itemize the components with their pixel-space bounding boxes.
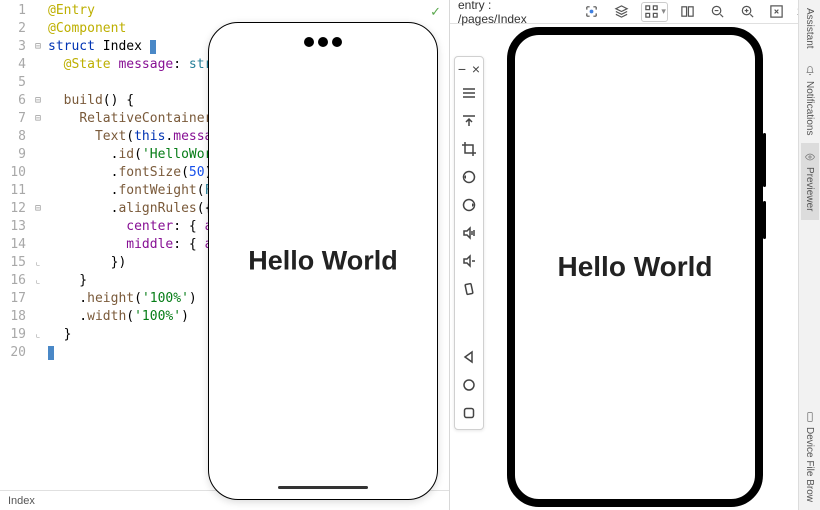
device-icon <box>804 411 816 423</box>
fold-toggle-icon: ⌞ <box>32 254 44 272</box>
tab-device-file-browser[interactable]: Device File Brow <box>801 403 819 510</box>
emulator-toolbar: − × <box>454 56 484 430</box>
line-number: 8 <box>2 128 26 146</box>
fold-toggle-icon <box>32 236 44 254</box>
emulator-left-text: Hello World <box>209 246 437 277</box>
fold-toggle-icon <box>32 344 44 362</box>
fold-toggle-icon: ⌞ <box>32 326 44 344</box>
fold-toggle-icon <box>32 74 44 92</box>
line-number: 16 <box>2 272 26 290</box>
line-number: 9 <box>2 146 26 164</box>
fold-column[interactable]: ⊟⊟⊟⊟⌞⌞⌞ <box>32 0 44 490</box>
preview-device-frame[interactable]: Hello World <box>507 27 763 507</box>
preview-panel: entry : /pages/Index ▾ 1:1 Hello World <box>450 0 820 510</box>
device-side-button-icon <box>763 133 766 187</box>
tab-assistant[interactable]: Assistant <box>801 0 818 57</box>
chevron-down-icon[interactable]: ▾ <box>661 6 666 17</box>
line-number: 6 <box>2 92 26 110</box>
line-number: 7 <box>2 110 26 128</box>
fold-toggle-icon <box>32 20 44 38</box>
bell-icon <box>804 65 816 77</box>
line-number: 3 <box>2 38 26 56</box>
fold-toggle-icon <box>32 56 44 74</box>
layers-icon[interactable] <box>612 2 632 22</box>
fold-toggle-icon[interactable]: ⊟ <box>32 110 44 128</box>
recents-icon[interactable] <box>457 401 481 425</box>
volume-up-icon[interactable] <box>457 221 481 245</box>
code-line[interactable]: @Entry <box>48 2 445 20</box>
emulator-device-left[interactable]: Hello World <box>208 22 438 500</box>
eye-icon <box>804 151 816 163</box>
home-indicator-icon <box>278 486 368 489</box>
line-number: 14 <box>2 236 26 254</box>
fold-toggle-icon <box>32 128 44 146</box>
camera-cutout-icon <box>304 37 342 47</box>
line-number: 13 <box>2 218 26 236</box>
fold-toggle-icon <box>32 308 44 326</box>
rotate-right-icon[interactable] <box>457 193 481 217</box>
preview-path-label: entry : /pages/Index <box>458 0 562 26</box>
menu-icon[interactable] <box>457 81 481 105</box>
preview-body: Hello World <box>450 24 820 510</box>
line-number: 17 <box>2 290 26 308</box>
caret-icon <box>150 40 156 54</box>
device-side-button-icon <box>763 201 766 239</box>
foldable-icon[interactable] <box>678 2 698 22</box>
line-number: 10 <box>2 164 26 182</box>
fold-toggle-icon <box>32 2 44 20</box>
grid-view-icon[interactable] <box>643 4 659 20</box>
line-number: 12 <box>2 200 26 218</box>
line-number: 18 <box>2 308 26 326</box>
rotate-left-icon[interactable] <box>457 165 481 189</box>
line-number: 5 <box>2 74 26 92</box>
breadcrumb-item[interactable]: Index <box>8 495 35 507</box>
crop-icon[interactable] <box>457 137 481 161</box>
fold-toggle-icon <box>32 218 44 236</box>
collapse-up-icon[interactable] <box>457 109 481 133</box>
preview-text: Hello World <box>515 251 755 283</box>
home-icon[interactable] <box>457 373 481 397</box>
line-number: 1 <box>2 2 26 20</box>
zoom-in-icon[interactable] <box>737 2 757 22</box>
shake-icon[interactable] <box>457 277 481 301</box>
fold-toggle-icon: ⌞ <box>32 272 44 290</box>
fold-toggle-icon <box>32 182 44 200</box>
fold-toggle-icon <box>32 290 44 308</box>
line-number: 2 <box>2 20 26 38</box>
minimize-button[interactable]: − <box>456 57 468 81</box>
preview-toolbar: entry : /pages/Index ▾ 1:1 <box>450 0 820 24</box>
fold-toggle-icon[interactable]: ⊟ <box>32 92 44 110</box>
line-number: 11 <box>2 182 26 200</box>
line-number: 20 <box>2 344 26 362</box>
line-number: 15 <box>2 254 26 272</box>
view-mode-group: ▾ <box>641 2 668 22</box>
caret-icon <box>48 346 54 360</box>
line-number: 19 <box>2 326 26 344</box>
line-gutter: 1234567891011121314151617181920 <box>0 0 32 490</box>
tab-previewer[interactable]: Previewer <box>801 143 819 219</box>
inspect-icon[interactable] <box>582 2 602 22</box>
fold-toggle-icon[interactable]: ⊟ <box>32 200 44 218</box>
close-button[interactable]: × <box>470 57 482 81</box>
volume-down-icon[interactable] <box>457 249 481 273</box>
ide-root: ✓ 1234567891011121314151617181920 ⊟⊟⊟⊟⌞⌞… <box>0 0 820 510</box>
fit-screen-icon[interactable] <box>767 2 787 22</box>
fold-toggle-icon <box>32 146 44 164</box>
right-tool-strip: Assistant Notifications Previewer Device… <box>798 0 820 510</box>
back-icon[interactable] <box>457 345 481 369</box>
fold-toggle-icon[interactable]: ⊟ <box>32 38 44 56</box>
fold-toggle-icon <box>32 164 44 182</box>
line-number: 4 <box>2 56 26 74</box>
zoom-out-icon[interactable] <box>708 2 728 22</box>
tab-notifications[interactable]: Notifications <box>801 57 819 143</box>
